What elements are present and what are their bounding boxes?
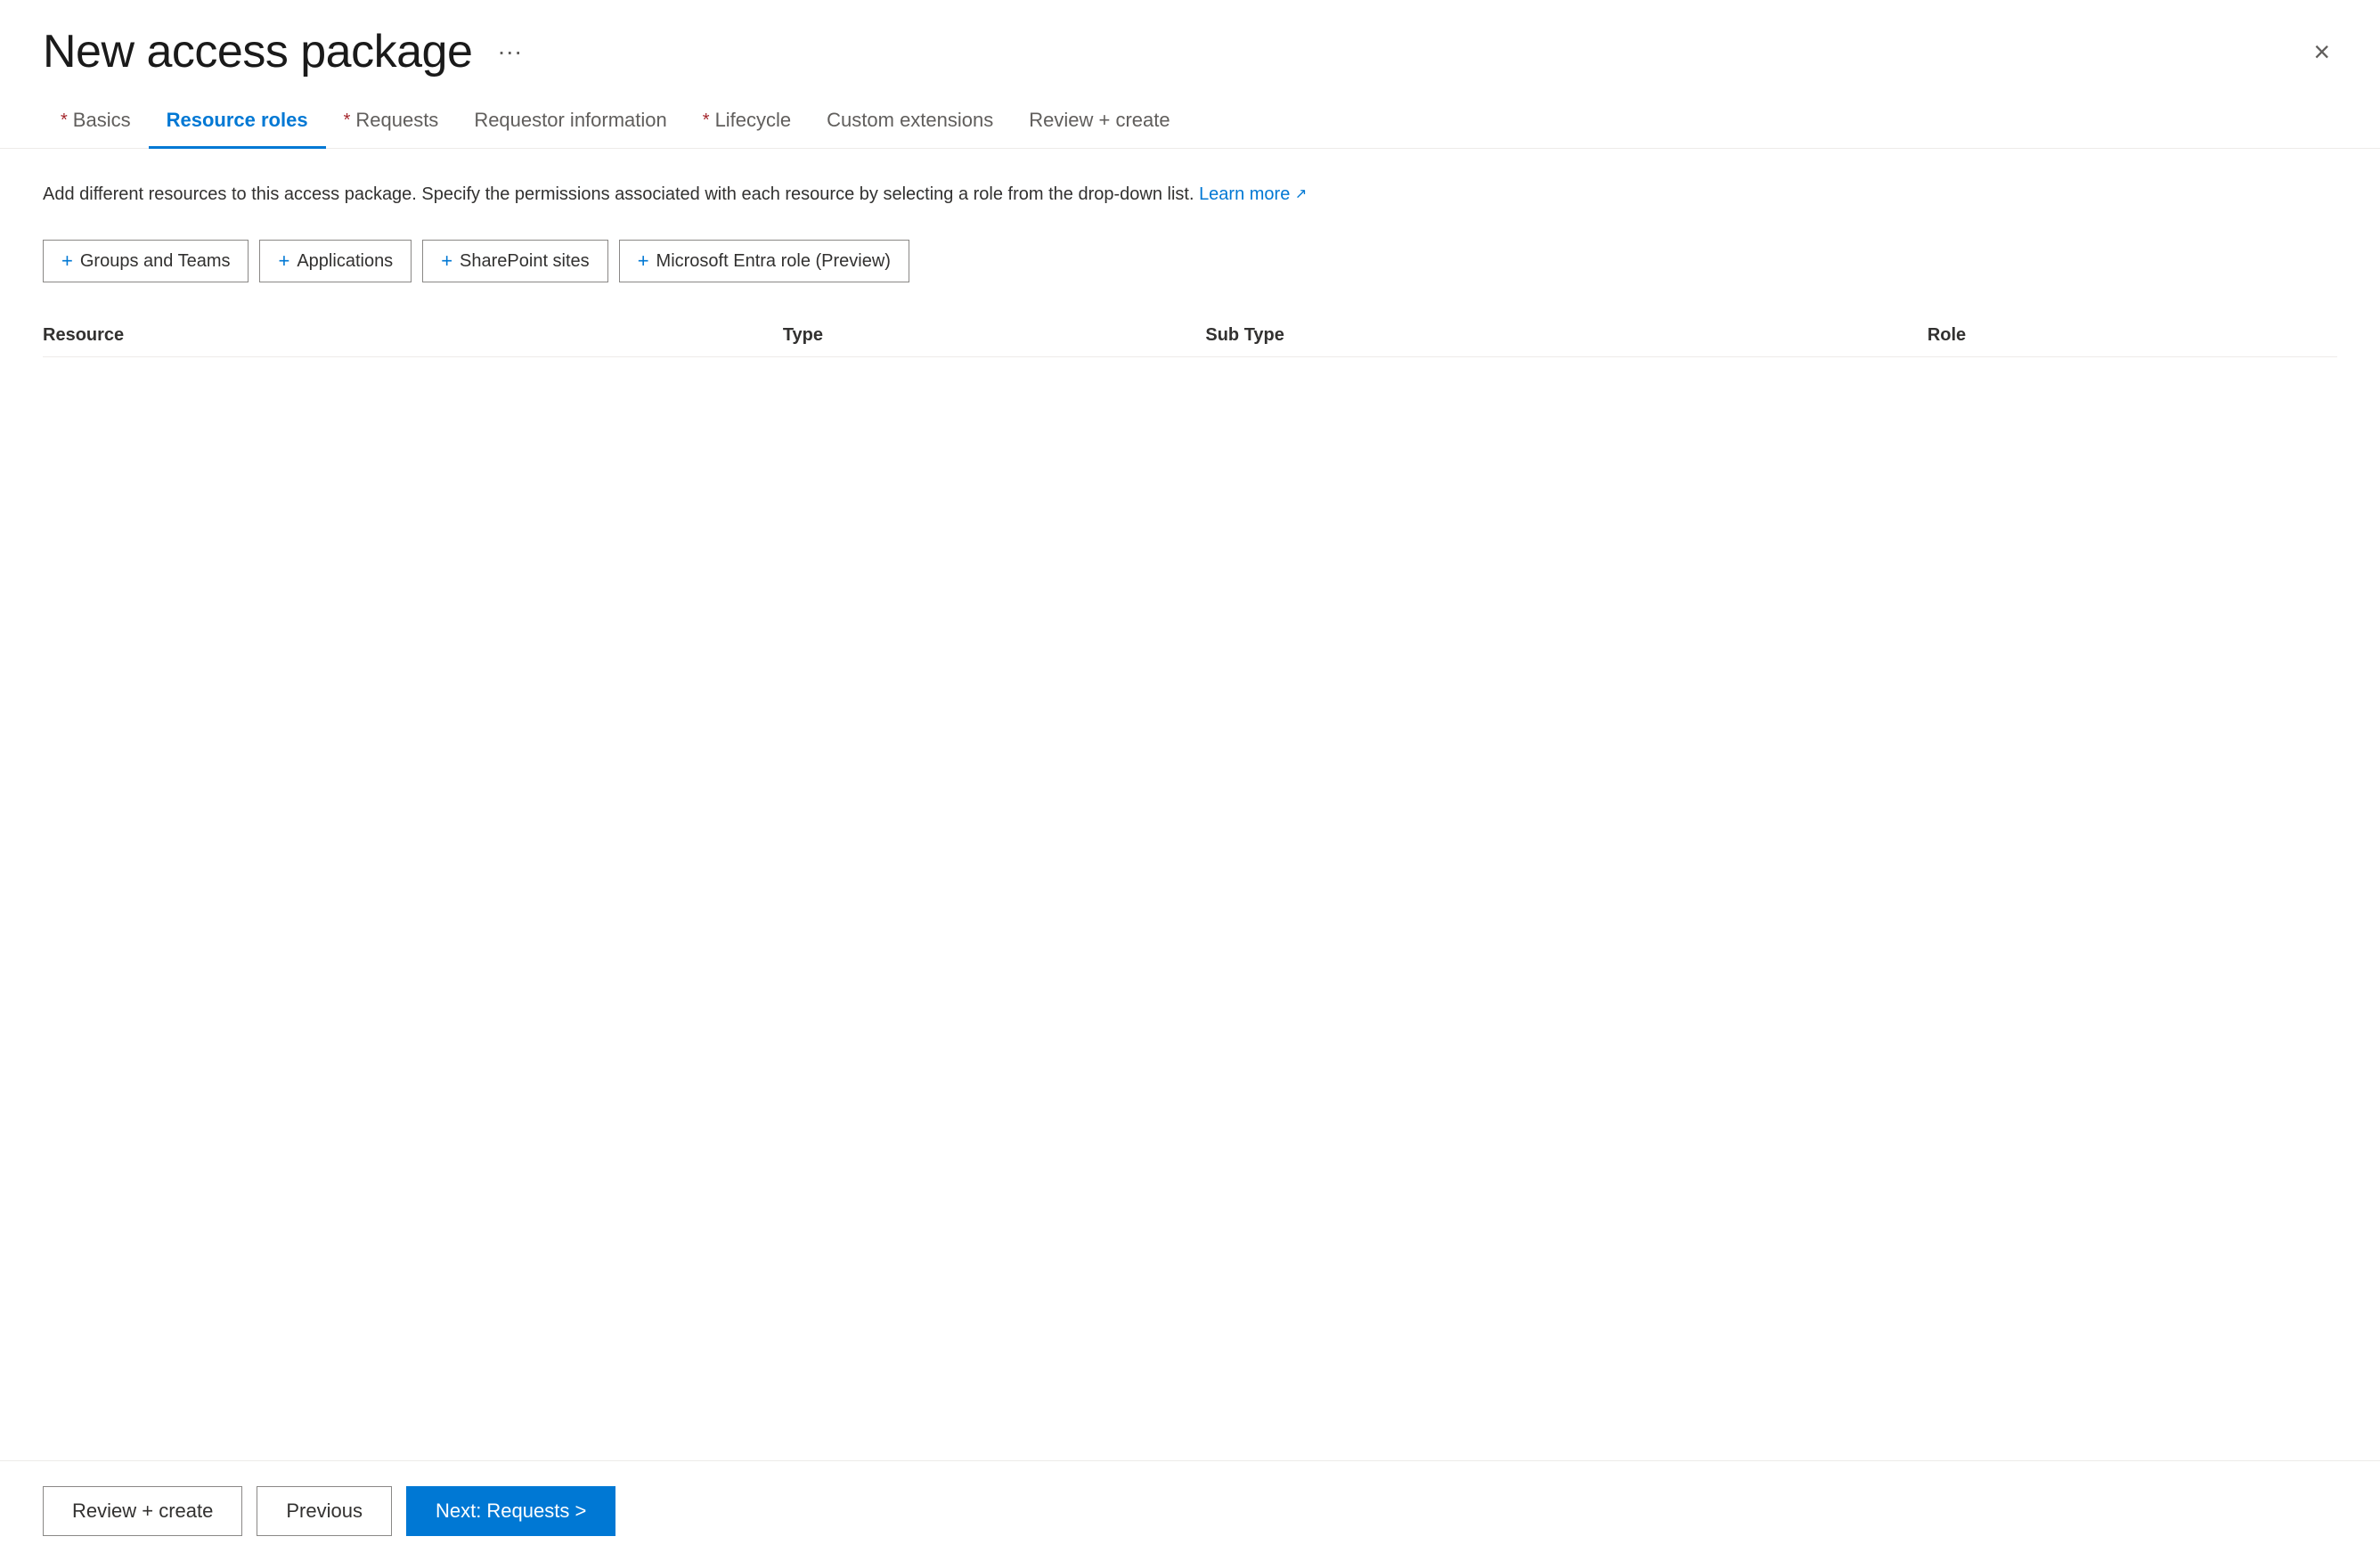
external-link-icon: ↗ <box>1295 187 1307 202</box>
learn-more-link[interactable]: Learn more ↗ <box>1199 184 1307 204</box>
resource-table: Resource Type Sub Type Role <box>43 315 2337 357</box>
plus-icon-groups: + <box>61 249 73 273</box>
header-left: New access package ··· <box>43 25 529 78</box>
previous-button[interactable]: Previous <box>257 1486 392 1536</box>
next-requests-button[interactable]: Next: Requests > <box>406 1486 615 1536</box>
column-header-type: Type <box>783 315 1206 357</box>
page-title: New access package <box>43 25 472 78</box>
required-star-lifecycle: * <box>703 110 710 131</box>
required-star-requests: * <box>344 110 351 131</box>
more-options-button[interactable]: ··· <box>490 34 529 69</box>
plus-icon-applications: + <box>278 249 289 273</box>
close-button[interactable]: × <box>2306 30 2337 73</box>
action-buttons-group: + Groups and Teams + Applications + Shar… <box>43 240 2337 282</box>
tab-requests[interactable]: * Requests <box>326 96 457 149</box>
required-star-basics: * <box>61 110 68 131</box>
plus-icon-sharepoint: + <box>441 249 452 273</box>
add-applications-button[interactable]: + Applications <box>259 240 412 282</box>
add-microsoft-entra-role-button[interactable]: + Microsoft Entra role (Preview) <box>619 240 909 282</box>
plus-icon-entra: + <box>638 249 649 273</box>
tab-review-create[interactable]: Review + create <box>1011 96 1187 149</box>
column-header-sub-type: Sub Type <box>1205 315 1927 357</box>
tabs-container: * Basics Resource roles * Requests Reque… <box>0 96 2380 149</box>
add-sharepoint-sites-button[interactable]: + SharePoint sites <box>422 240 608 282</box>
column-header-role: Role <box>1928 315 2337 357</box>
column-header-resource: Resource <box>43 315 783 357</box>
header: New access package ··· × <box>0 0 2380 96</box>
tab-custom-extensions[interactable]: Custom extensions <box>809 96 1011 149</box>
page-container: New access package ··· × * Basics Resour… <box>0 0 2380 1561</box>
tab-lifecycle[interactable]: * Lifecycle <box>685 96 809 149</box>
review-create-button[interactable]: Review + create <box>43 1486 242 1536</box>
tab-basics[interactable]: * Basics <box>43 96 149 149</box>
description-text: Add different resources to this access p… <box>43 181 2337 208</box>
table-header: Resource Type Sub Type Role <box>43 315 2337 357</box>
content-area: Add different resources to this access p… <box>0 149 2380 1561</box>
tab-resource-roles[interactable]: Resource roles <box>149 96 326 149</box>
tab-requestor-information[interactable]: Requestor information <box>456 96 684 149</box>
footer: Review + create Previous Next: Requests … <box>0 1460 2380 1561</box>
table-header-row: Resource Type Sub Type Role <box>43 315 2337 357</box>
add-groups-teams-button[interactable]: + Groups and Teams <box>43 240 249 282</box>
